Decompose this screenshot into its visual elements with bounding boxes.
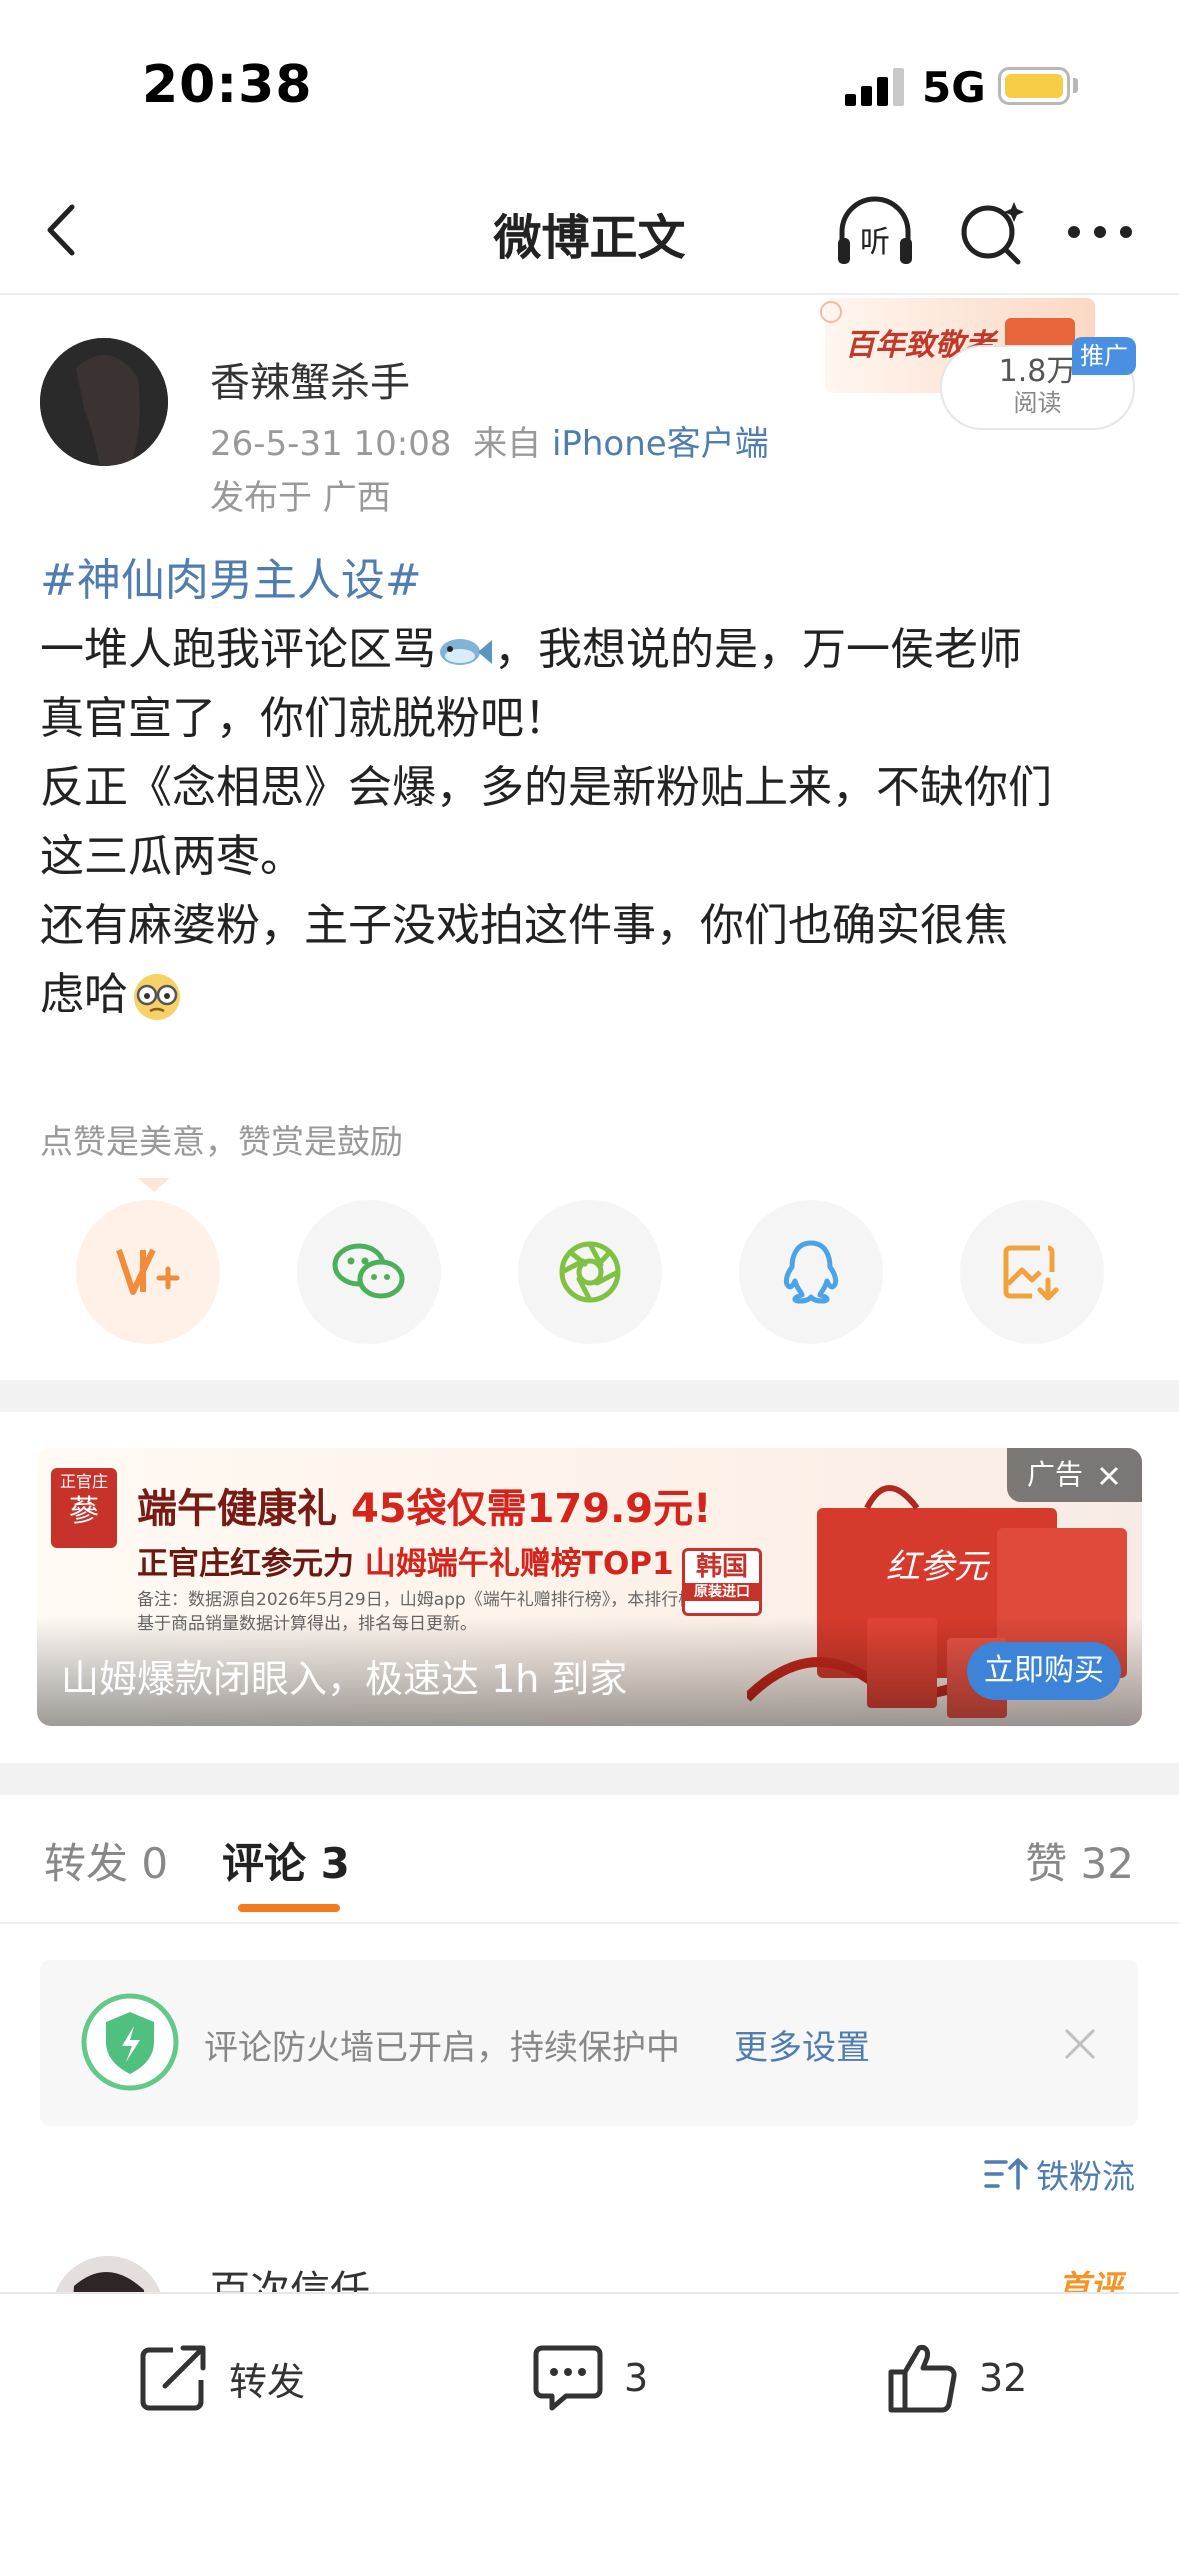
repost-button[interactable]: 转发 (135, 2338, 305, 2418)
nav-divider (0, 293, 1179, 295)
firewall-text: 评论防火墙已开启，持续保护中 (204, 2028, 680, 2068)
like-button[interactable]: 32 (885, 2338, 1027, 2418)
confused-face-emoji-icon (134, 974, 180, 1020)
brand-logo-char: 蔘 (69, 1494, 99, 1529)
comment-firewall-notice: 评论防火墙已开启，持续保护中 更多设置 (40, 1960, 1138, 2126)
post-line-4: 这三瓜两枣。 (40, 831, 304, 882)
sort-label: 铁粉流 (1036, 2157, 1135, 2196)
hint-pointer (138, 1178, 170, 1192)
more-settings-link[interactable]: 更多设置 (734, 2020, 870, 2069)
section-gap (0, 1380, 1179, 1412)
feedback-tabs: 转发 0 评论 3 赞 32 (0, 1800, 1179, 1920)
signal-icon (845, 68, 905, 106)
comment-button[interactable]: 3 (530, 2338, 648, 2418)
post-location: 发布于 广西 (210, 478, 391, 518)
ad-banner[interactable]: 正官庄 蔘 端午健康礼 45袋仅需179.9元! 正官庄红参元力 山姆端午礼赠榜… (37, 1448, 1142, 1726)
origin-stamp-sub: 原装进口 (685, 1583, 759, 1601)
battery-tip (1073, 78, 1078, 93)
share-qq-button[interactable] (739, 1200, 883, 1344)
post-line-1b: ，我想说的是，万一侯老师 (494, 624, 1022, 675)
ad-sub-b: 山姆端午礼赠榜TOP1 (364, 1546, 674, 1582)
tabs-divider (0, 1922, 1179, 1924)
share-row (0, 1200, 1179, 1345)
sort-icon (984, 2158, 1028, 2190)
close-icon[interactable] (1060, 2024, 1100, 2064)
fish-emoji-icon (440, 639, 492, 665)
post-line-5: 还有麻婆粉，主子没戏拍这件事，你们也确实很焦 (40, 900, 1008, 951)
post-line-2: 真官宣了，你们就脱粉吧！ (40, 693, 568, 744)
tab-active-indicator (238, 1904, 340, 1912)
post-line-6: 虑哈 (40, 969, 128, 1020)
ad-label: 广告 (1027, 1458, 1084, 1491)
author-name[interactable]: 香辣蟹杀手 (210, 350, 410, 408)
moments-icon (559, 1241, 621, 1303)
tab-repost[interactable]: 转发 0 (44, 1830, 168, 1891)
comment-icon (533, 2345, 603, 2411)
topic-link[interactable]: #神仙肉男主人设# (40, 555, 422, 606)
ad-caption: 山姆爆款闭眼入，极速达 1h 到家 (61, 1657, 628, 1701)
bottom-action-bar: 转发 3 32 (0, 2292, 1179, 2556)
tab-comment[interactable]: 评论 3 (222, 1830, 350, 1891)
weibo-plus-icon (116, 1248, 180, 1295)
qq-icon (783, 1240, 839, 1304)
brand-logo-text: 正官庄 (59, 1472, 108, 1491)
wechat-icon (332, 1243, 405, 1299)
ad-headline-b: 45袋仅需179.9元! (350, 1486, 712, 1532)
author-avatar[interactable] (40, 338, 168, 466)
post-line-1: 一堆人跑我评论区骂 (40, 624, 436, 675)
product-name: 红参元 (886, 1547, 991, 1587)
share-wechat-button[interactable] (297, 1200, 441, 1344)
headphones-icon[interactable]: 听 (832, 192, 918, 272)
comment-count: 3 (624, 2356, 649, 2400)
ad-headline: 端午健康礼 45袋仅需179.9元! (137, 1476, 711, 1534)
post-source-link[interactable]: iPhone客户端 (552, 424, 769, 464)
promoted-tag: 推广 (1072, 337, 1136, 375)
like-count: 32 (979, 2356, 1028, 2400)
ad-headline-a: 端午健康礼 (137, 1486, 351, 1532)
post-line-3: 反正《念相思》会爆，多的是新粉贴上来，不缺你们 (40, 762, 1052, 813)
avatar-image (40, 338, 168, 466)
post-body: #神仙肉男主人设# 一堆人跑我评论区骂 ，我想说的是，万一侯老师 真官宣了，你们… (40, 546, 1140, 1029)
status-time: 20:38 (142, 55, 313, 115)
status-bar: 20:38 5G (0, 0, 1179, 170)
nav-bar: 微博正文 听 (0, 170, 1179, 295)
listen-label: 听 (860, 225, 890, 260)
repost-label: 转发 (229, 2359, 306, 2404)
more-icon[interactable] (1060, 192, 1140, 272)
brand-logo: 正官庄 蔘 (51, 1468, 117, 1548)
share-weibo-button[interactable] (76, 1200, 220, 1344)
network-label: 5G (922, 63, 986, 112)
source-prefix: 来自 (473, 424, 542, 464)
reward-hint: 点赞是美意，赞赏是鼓励 (40, 1122, 403, 1161)
origin-stamp: 韩国 原装进口 (682, 1548, 762, 1616)
tab-like[interactable]: 赞 32 (1025, 1830, 1134, 1891)
share-moments-button[interactable] (518, 1200, 662, 1344)
ad-label-close[interactable]: 广告 (1007, 1448, 1142, 1502)
repost-icon (140, 2345, 206, 2411)
save-image-icon (1003, 1245, 1059, 1301)
origin-stamp-text: 韩国 (695, 1552, 748, 1582)
read-label: 阅读 (1013, 389, 1062, 417)
thumbs-up-icon (888, 2345, 957, 2413)
search-icon[interactable] (952, 192, 1032, 272)
save-image-button[interactable] (960, 1200, 1104, 1344)
post-time: 26-5-31 10:08 (210, 424, 452, 464)
battery-icon (998, 67, 1070, 105)
close-icon (1099, 1466, 1118, 1486)
sort-toggle[interactable]: 铁粉流 (984, 2150, 1135, 2198)
section-gap-2 (0, 1763, 1179, 1795)
ad-subheadline: 正官庄红参元力 山姆端午礼赠榜TOP1 (137, 1538, 674, 1583)
buy-now-button[interactable]: 立即购买 (967, 1642, 1121, 1700)
ad-sub-a: 正官庄红参元力 (137, 1546, 365, 1582)
post-meta: 26-5-31 10:08 来自 iPhone客户端 (210, 416, 769, 465)
shield-icon (81, 1993, 179, 2091)
